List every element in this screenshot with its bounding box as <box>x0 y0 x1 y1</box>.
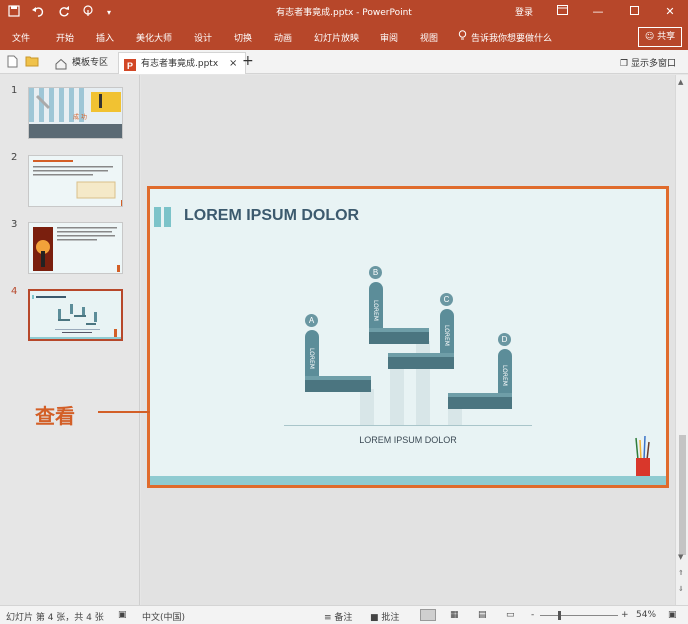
diagram-pillar <box>360 389 374 425</box>
zoom-level[interactable]: 54% <box>636 610 656 620</box>
tell-me-text: 告诉我你想要做什么 <box>471 33 553 44</box>
step-b-platform <box>369 332 429 344</box>
diagram-caption[interactable]: LOREM IPSUM DOLOR <box>150 435 666 445</box>
zoom-in-button[interactable]: + <box>621 610 629 620</box>
zoom-slider-thumb[interactable] <box>558 611 561 620</box>
vertical-scrollbar[interactable]: ▲ ▼ ⇑ ⇓ <box>675 75 688 605</box>
tab-template-zone[interactable]: 模板专区 <box>50 52 116 74</box>
new-document-icon[interactable] <box>7 55 19 68</box>
slide-thumbnail-pane: 1 成 功 2 3 4 <box>0 75 140 605</box>
step-c-arm[interactable]: LOREM <box>440 309 454 359</box>
slide-title[interactable]: LOREM IPSUM DOLOR <box>184 207 359 225</box>
zoom-out-button[interactable]: - <box>531 610 534 620</box>
next-slide-icon[interactable]: ⇓ <box>678 585 684 593</box>
maximize-icon[interactable] <box>616 0 652 24</box>
slide-thumbnail-1[interactable]: 成 功 <box>28 87 123 139</box>
marker-b: B <box>369 266 382 279</box>
powerpoint-file-icon: P <box>124 58 136 71</box>
step-a-platform <box>305 380 371 392</box>
home-icon <box>55 57 67 70</box>
title-accent-bar <box>164 207 171 227</box>
diagram-pillar <box>390 367 404 425</box>
person-icon: ☺ <box>644 32 655 42</box>
svg-text:成 功: 成 功 <box>73 113 87 121</box>
tab-beautify-master[interactable]: 美化大师 <box>136 31 172 44</box>
spellcheck-icon[interactable]: ▣ <box>118 610 127 620</box>
tab-design[interactable]: 设计 <box>194 31 212 44</box>
tab-current-document[interactable]: P 有志者事竟成.pptx × <box>118 52 247 74</box>
marker-a: A <box>305 314 318 327</box>
ribbon-display-icon[interactable] <box>544 0 580 24</box>
minimize-icon[interactable]: — <box>580 0 616 24</box>
tab-transitions[interactable]: 切换 <box>234 31 252 44</box>
svg-text:P: P <box>127 61 133 71</box>
close-icon[interactable]: ✕ <box>652 0 688 24</box>
multi-window-label: 显示多窗口 <box>630 59 676 69</box>
slide-counter[interactable]: 幻灯片 第 4 张，共 4 张 <box>6 610 104 623</box>
tab-file[interactable]: 文件 <box>12 31 30 44</box>
tab-view[interactable]: 视图 <box>420 31 438 44</box>
multi-window-icon: ❐ <box>620 59 629 69</box>
slide-footer-bar <box>150 476 666 485</box>
reading-view-icon[interactable]: ▤ <box>478 610 487 620</box>
add-tab-button[interactable]: + <box>242 54 254 68</box>
ribbon-tabs: 文件 开始 插入 美化大师 设计 切换 动画 幻灯片放映 审阅 视图 告诉我你想… <box>0 24 688 50</box>
marker-c: C <box>440 293 453 306</box>
thumbnail-number: 4 <box>11 286 18 297</box>
show-multi-window-button[interactable]: ❐ 显示多窗口 <box>620 56 676 69</box>
share-button[interactable]: ☺ 共享 <box>638 27 682 47</box>
document-tab-strip: 模板专区 P 有志者事竟成.pptx × + ❐ 显示多窗口 <box>0 50 688 74</box>
marker-d: D <box>498 333 511 346</box>
step-c-label: LOREM <box>443 325 450 346</box>
notes-button[interactable]: ≡ 备注 <box>324 610 352 623</box>
tab-review[interactable]: 审阅 <box>380 31 398 44</box>
slideshow-icon[interactable]: ▭ <box>506 610 515 620</box>
current-slide[interactable]: LOREM IPSUM DOLOR A LOREM B LOREM C LORE… <box>147 186 669 488</box>
lightbulb-icon <box>458 30 467 44</box>
scroll-up-icon[interactable]: ▲ <box>678 78 683 86</box>
login-link[interactable]: 登录 <box>515 5 533 18</box>
window-controls: — ✕ <box>544 0 688 24</box>
slide-sorter-icon[interactable]: ▦ <box>450 610 459 620</box>
notes-icon: ≡ <box>324 613 332 623</box>
tab-insert[interactable]: 插入 <box>96 31 114 44</box>
tab-template-zone-label: 模板专区 <box>72 58 109 68</box>
tell-me-box[interactable]: 告诉我你想要做什么 <box>458 30 552 44</box>
step-b-label: LOREM <box>372 300 379 321</box>
thumbnail-number: 2 <box>11 152 18 163</box>
share-label: 共享 <box>657 32 676 42</box>
comments-button[interactable]: ■ 批注 <box>370 610 399 623</box>
previous-slide-icon[interactable]: ⇑ <box>678 569 684 577</box>
step-a-label: LOREM <box>308 348 315 369</box>
slide-thumbnail-3[interactable] <box>28 222 123 274</box>
open-folder-icon[interactable] <box>25 55 39 68</box>
notes-label: 备注 <box>334 613 353 623</box>
tab-current-document-label: 有志者事竟成.pptx <box>141 59 219 69</box>
scroll-down-icon[interactable]: ▼ <box>678 553 683 561</box>
tab-slideshow[interactable]: 幻灯片放映 <box>314 31 359 44</box>
comments-label: 批注 <box>381 613 400 623</box>
tab-animations[interactable]: 动画 <box>274 31 292 44</box>
close-tab-icon[interactable]: × <box>229 58 237 69</box>
scrollbar-thumb[interactable] <box>679 435 686 555</box>
fit-slide-icon[interactable]: ▣ <box>668 610 677 620</box>
annotation-leader-line <box>98 411 150 413</box>
comment-icon: ■ <box>370 613 379 623</box>
thumbnail-number: 1 <box>11 85 18 96</box>
title-accent-bar <box>154 207 161 227</box>
thumbnail-number: 3 <box>11 219 18 230</box>
step-d-label: LOREM <box>501 365 508 386</box>
language-indicator[interactable]: 中文(中国) <box>142 610 185 623</box>
annotation-label: 查看 <box>35 404 75 428</box>
step-c-platform <box>388 357 454 369</box>
diagram-baseline <box>284 425 532 426</box>
zoom-slider[interactable] <box>540 615 618 616</box>
tab-home[interactable]: 开始 <box>56 31 74 44</box>
title-bar: ▾ 有志者事竟成.pptx - PowerPoint 登录 — ✕ <box>0 0 688 24</box>
normal-view-icon[interactable] <box>420 609 436 621</box>
status-bar: 幻灯片 第 4 张，共 4 张 ▣ 中文(中国) ≡ 备注 ■ 批注 ▦ ▤ ▭… <box>0 605 688 624</box>
step-d-platform <box>448 397 512 409</box>
slide-thumbnail-2[interactable] <box>28 155 123 207</box>
slide-thumbnail-4[interactable] <box>28 289 123 341</box>
